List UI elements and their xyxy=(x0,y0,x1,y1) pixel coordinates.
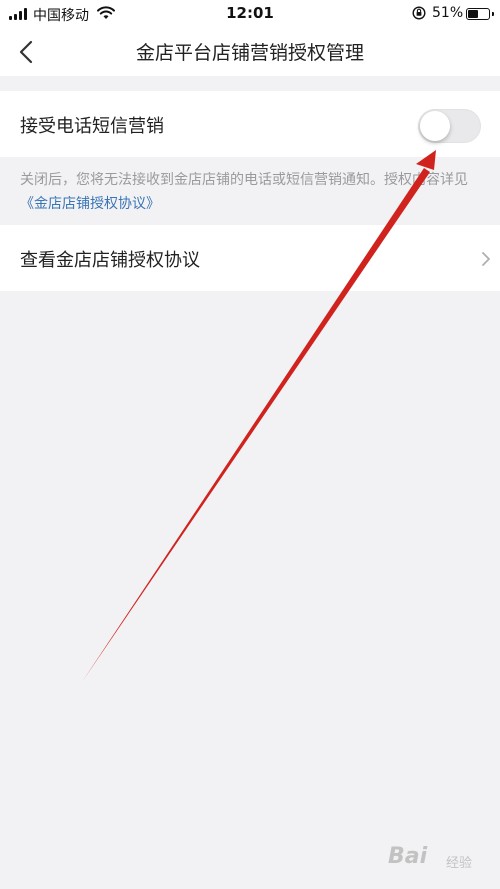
watermark-logo: Bai 经验 xyxy=(388,838,488,878)
watermark-suffix: 经验 xyxy=(446,856,473,871)
toggle-label: 接受电话短信营销 xyxy=(20,116,164,137)
hint-body: 关闭后，您将无法接收到金店店铺的电话或短信营销通知。授权内容详见 xyxy=(20,172,468,188)
toggle-knob xyxy=(420,111,450,141)
view-agreement-row[interactable]: 查看金店店铺授权协议 xyxy=(0,225,500,291)
page-title: 金店平台店铺营销授权管理 xyxy=(135,42,364,64)
view-agreement-label: 查看金店店铺授权协议 xyxy=(20,250,200,271)
nav-bar: 金店平台店铺营销授权管理 xyxy=(0,28,500,76)
orientation-lock-icon xyxy=(412,6,426,20)
marketing-toggle-switch[interactable] xyxy=(418,109,481,143)
status-bar: 中国移动 12:01 51% xyxy=(0,0,500,28)
battery-percent: 51% xyxy=(432,5,464,21)
hint-text: 关闭后，您将无法接收到金店店铺的电话或短信营销通知。授权内容详见《金店店铺授权协… xyxy=(20,168,480,216)
watermark-brand: Bai xyxy=(388,844,428,869)
agreement-link[interactable]: 《金店店铺授权协议》 xyxy=(20,196,160,212)
chevron-right-icon xyxy=(482,252,490,266)
battery-icon xyxy=(466,8,494,20)
